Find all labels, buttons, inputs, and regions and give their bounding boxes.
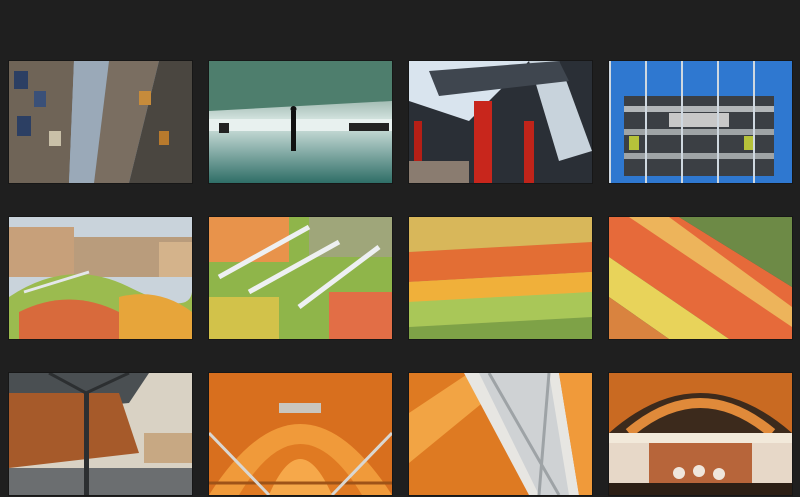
photo-thumbnail-mosaic-roof-closeup[interactable]	[409, 217, 592, 339]
photo-thumbnail-curved-modern-facade[interactable]	[9, 61, 192, 183]
photo-thumbnail-mosaic-roof-diagonal[interactable]	[609, 217, 792, 339]
photo-thumbnail-blue-glass-building[interactable]	[609, 61, 792, 183]
photo-wooden-ceiling-truss	[409, 373, 592, 495]
photo-thumbnail-wooden-ceiling-truss[interactable]	[409, 373, 592, 495]
photo-blue-glass-building	[609, 61, 792, 183]
photo-thumbnail-wooden-vault-ceiling[interactable]	[209, 373, 392, 495]
photo-curved-modern-facade	[9, 61, 192, 183]
photo-thumbnail-market-entrance-canopy[interactable]	[9, 373, 192, 495]
photo-thumbnail-red-columns-canopy[interactable]	[409, 61, 592, 183]
photo-thumbnail-market-interior-stalls[interactable]	[609, 373, 792, 495]
photo-mosaic-roof-city-view	[9, 217, 192, 339]
photo-glass-hall-silhouettes	[209, 61, 392, 183]
photo-market-interior-stalls	[609, 373, 792, 495]
photo-thumbnail-mosaic-roof-city-view[interactable]	[9, 217, 192, 339]
photo-red-columns-canopy	[409, 61, 592, 183]
photo-gallery-grid	[0, 0, 800, 497]
photo-mosaic-roof-closeup	[409, 217, 592, 339]
photo-thumbnail-mosaic-roof-steel-arches[interactable]	[209, 217, 392, 339]
photo-wooden-vault-ceiling	[209, 373, 392, 495]
photo-market-entrance-canopy	[9, 373, 192, 495]
photo-mosaic-roof-diagonal	[609, 217, 792, 339]
photo-thumbnail-glass-hall-silhouettes[interactable]	[209, 61, 392, 183]
photo-mosaic-roof-steel-arches	[209, 217, 392, 339]
